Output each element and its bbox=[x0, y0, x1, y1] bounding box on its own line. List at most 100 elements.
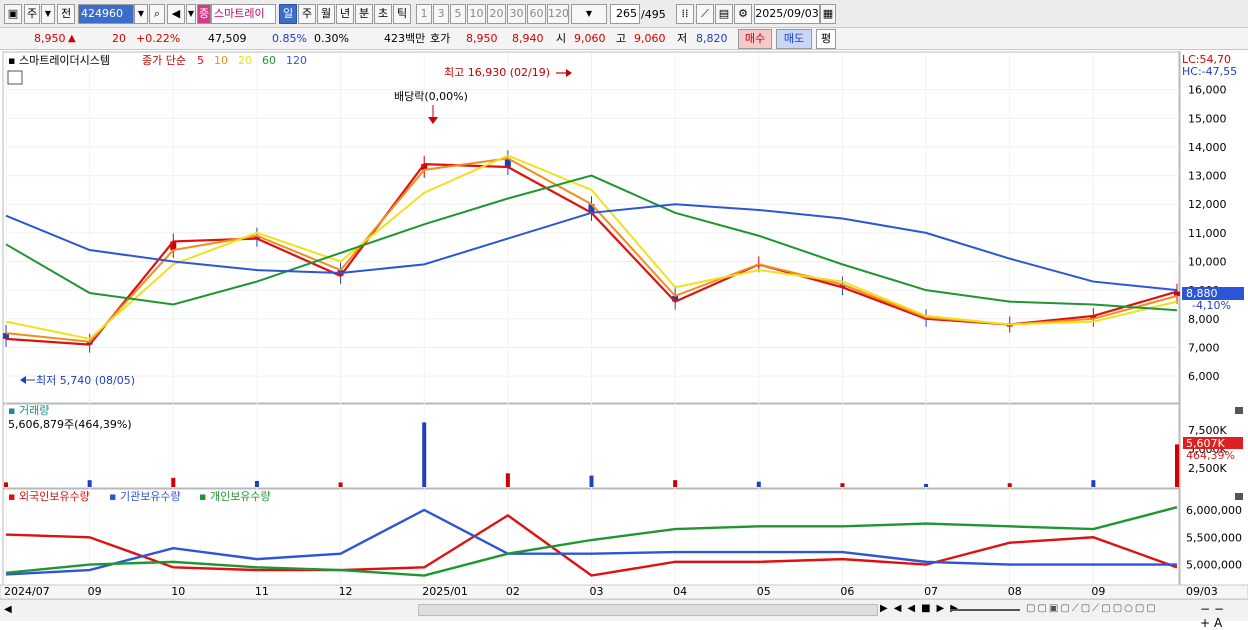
open-label: 시 bbox=[556, 32, 567, 45]
quote-bar: 8,950 ▲ 20 +0.22% 47,509 0.85% 0.30% 423… bbox=[0, 28, 1248, 50]
interval-button[interactable]: 5 bbox=[450, 4, 466, 24]
scroll-thumb[interactable] bbox=[418, 604, 878, 616]
volume-bar bbox=[422, 422, 427, 487]
chevron-down-icon[interactable]: ▼ bbox=[134, 4, 148, 24]
ma-legend-item: 20 bbox=[238, 54, 252, 67]
volume-bar bbox=[338, 482, 343, 487]
buy-button[interactable]: 매수 bbox=[738, 29, 772, 49]
minimize-icon[interactable] bbox=[1235, 407, 1243, 414]
high-label: 고 bbox=[616, 32, 627, 45]
ask-price: 8,950 bbox=[466, 32, 498, 45]
zoom-controls[interactable]: −−+A bbox=[1200, 602, 1248, 630]
x-tick-label: 02 bbox=[506, 585, 520, 598]
price-tick-label: 7,000 bbox=[1188, 341, 1220, 354]
volume-bar bbox=[1091, 480, 1096, 487]
price-tick-label: 14,000 bbox=[1188, 141, 1227, 154]
interval-button[interactable]: 120 bbox=[547, 4, 569, 24]
interval-button[interactable]: 1 bbox=[416, 4, 432, 24]
ma-legend-label: 종가 단순 bbox=[142, 54, 186, 67]
volume-bar bbox=[924, 483, 929, 487]
volume-bar bbox=[589, 475, 594, 487]
hc-label: HC:-47,55 bbox=[1182, 65, 1237, 78]
interval-button[interactable]: 60 bbox=[527, 4, 546, 24]
settings-icon[interactable] bbox=[7, 70, 23, 85]
interval-button[interactable]: 3 bbox=[433, 4, 449, 24]
chevron-down-icon[interactable]: ▼ bbox=[41, 4, 55, 24]
period-tab[interactable]: 년 bbox=[336, 4, 354, 24]
x-tick-label: 07 bbox=[924, 585, 938, 598]
x-tick-label: 04 bbox=[673, 585, 687, 598]
stock-name-legend: ▪ 스마트레이더시스템 bbox=[8, 54, 110, 67]
volume-bar bbox=[673, 480, 678, 487]
volume-summary: 5,606,879주(464,39%) bbox=[8, 418, 132, 431]
bid-label: 호가 bbox=[430, 32, 451, 45]
interval-button[interactable]: 10 bbox=[467, 4, 486, 24]
volume-tick-label: 7,500K bbox=[1188, 424, 1227, 437]
high-price: 9,060 bbox=[634, 32, 666, 45]
price-change: 20 bbox=[112, 32, 126, 45]
holding-legend: ▪ 외국인보유수량 ▪ 기관보유수량 ▪ 개인보유수량 bbox=[8, 490, 271, 503]
avg-button[interactable]: 평 bbox=[816, 29, 836, 49]
bar-count-input[interactable]: 265 bbox=[610, 4, 640, 24]
gear-icon[interactable]: ⚙ bbox=[734, 4, 752, 24]
turnover-pct: 0.30% bbox=[314, 32, 349, 45]
stock-name: 스마트레이 bbox=[211, 4, 276, 24]
draw-line-icon[interactable]: ⟋ bbox=[696, 4, 714, 24]
market-select[interactable]: 주 bbox=[24, 4, 40, 24]
layout-icon[interactable]: ▣ bbox=[4, 4, 22, 24]
tool-icons[interactable]: ▢▢▣▢⟋▢⟋▢▢○▢▢ bbox=[1026, 603, 1158, 614]
speaker-icon[interactable]: ◀ bbox=[167, 4, 185, 24]
date-field[interactable]: 2025/09/03 bbox=[754, 4, 820, 24]
prefix-select[interactable]: 전 bbox=[57, 4, 75, 24]
scroll-left-icon[interactable]: ◀ bbox=[4, 604, 12, 615]
interval-dropdown[interactable]: ▼ bbox=[571, 4, 607, 24]
price-change-pct: +0.22% bbox=[136, 32, 181, 45]
low-price: 8,820 bbox=[696, 32, 728, 45]
volume-title: ▪ 거래량 bbox=[8, 404, 49, 417]
period-tab[interactable]: 주 bbox=[298, 4, 316, 24]
sell-button[interactable]: 매도 bbox=[776, 29, 812, 49]
save-icon[interactable]: ▤ bbox=[715, 4, 733, 24]
volume-bar bbox=[1007, 483, 1012, 487]
period-tab[interactable]: 월 bbox=[317, 4, 335, 24]
volume-bar bbox=[254, 480, 259, 487]
x-tick-label: 11 bbox=[255, 585, 269, 598]
calendar-icon[interactable]: ▦ bbox=[820, 4, 836, 24]
x-tick-label: 09/03 bbox=[1186, 585, 1218, 598]
x-tick-label: 05 bbox=[757, 585, 771, 598]
ma-legend-item: 120 bbox=[286, 54, 307, 67]
interval-button[interactable]: 30 bbox=[507, 4, 526, 24]
price-tick-label: 16,000 bbox=[1188, 84, 1227, 97]
period-tab[interactable]: 초 bbox=[374, 4, 392, 24]
x-tick-label: 10 bbox=[171, 585, 185, 598]
volume-bar bbox=[87, 480, 92, 487]
search-icon[interactable]: ⌕ bbox=[149, 4, 165, 24]
volume-bar bbox=[171, 477, 176, 487]
interval-button[interactable]: 20 bbox=[487, 4, 506, 24]
volume-bar bbox=[756, 481, 761, 487]
volume-value: 47,509 bbox=[208, 32, 247, 45]
holding-tick-label: 5,000,000 bbox=[1186, 559, 1242, 572]
minimize-icon[interactable] bbox=[1235, 493, 1243, 500]
chevron-down-icon[interactable]: ▼ bbox=[186, 4, 196, 24]
zoom-slider[interactable] bbox=[950, 609, 1020, 611]
x-tick-label: 09 bbox=[1091, 585, 1105, 598]
current-price: 8,950 bbox=[34, 32, 66, 45]
up-arrow-icon: ▲ bbox=[68, 33, 76, 44]
ma-legend-item: 10 bbox=[214, 54, 228, 67]
period-tab[interactable]: 일 bbox=[279, 4, 297, 24]
price-tick-label: 12,000 bbox=[1188, 198, 1227, 211]
period-tab[interactable]: 틱 bbox=[393, 4, 411, 24]
holding-legend-item: ▪ 외국인보유수량 bbox=[8, 490, 90, 503]
stock-chart[interactable]: 16,000 15,000 14,000 13,000 12,000 11,000 10,0… bbox=[0, 51, 1248, 599]
period-tab[interactable]: 분 bbox=[355, 4, 373, 24]
price-tick-label: 13,000 bbox=[1188, 170, 1227, 183]
price-tick-label: 8,000 bbox=[1188, 313, 1220, 326]
bar-total: /495 bbox=[641, 8, 666, 21]
volume-bar bbox=[840, 483, 845, 487]
stock-code-input[interactable]: 424960 bbox=[78, 4, 134, 24]
holding-tick-label: 5,500,000 bbox=[1186, 531, 1242, 544]
bid-price: 8,940 bbox=[512, 32, 544, 45]
grid-icon[interactable]: ⁞⁞ bbox=[676, 4, 694, 24]
x-axis-bar bbox=[0, 584, 1248, 599]
